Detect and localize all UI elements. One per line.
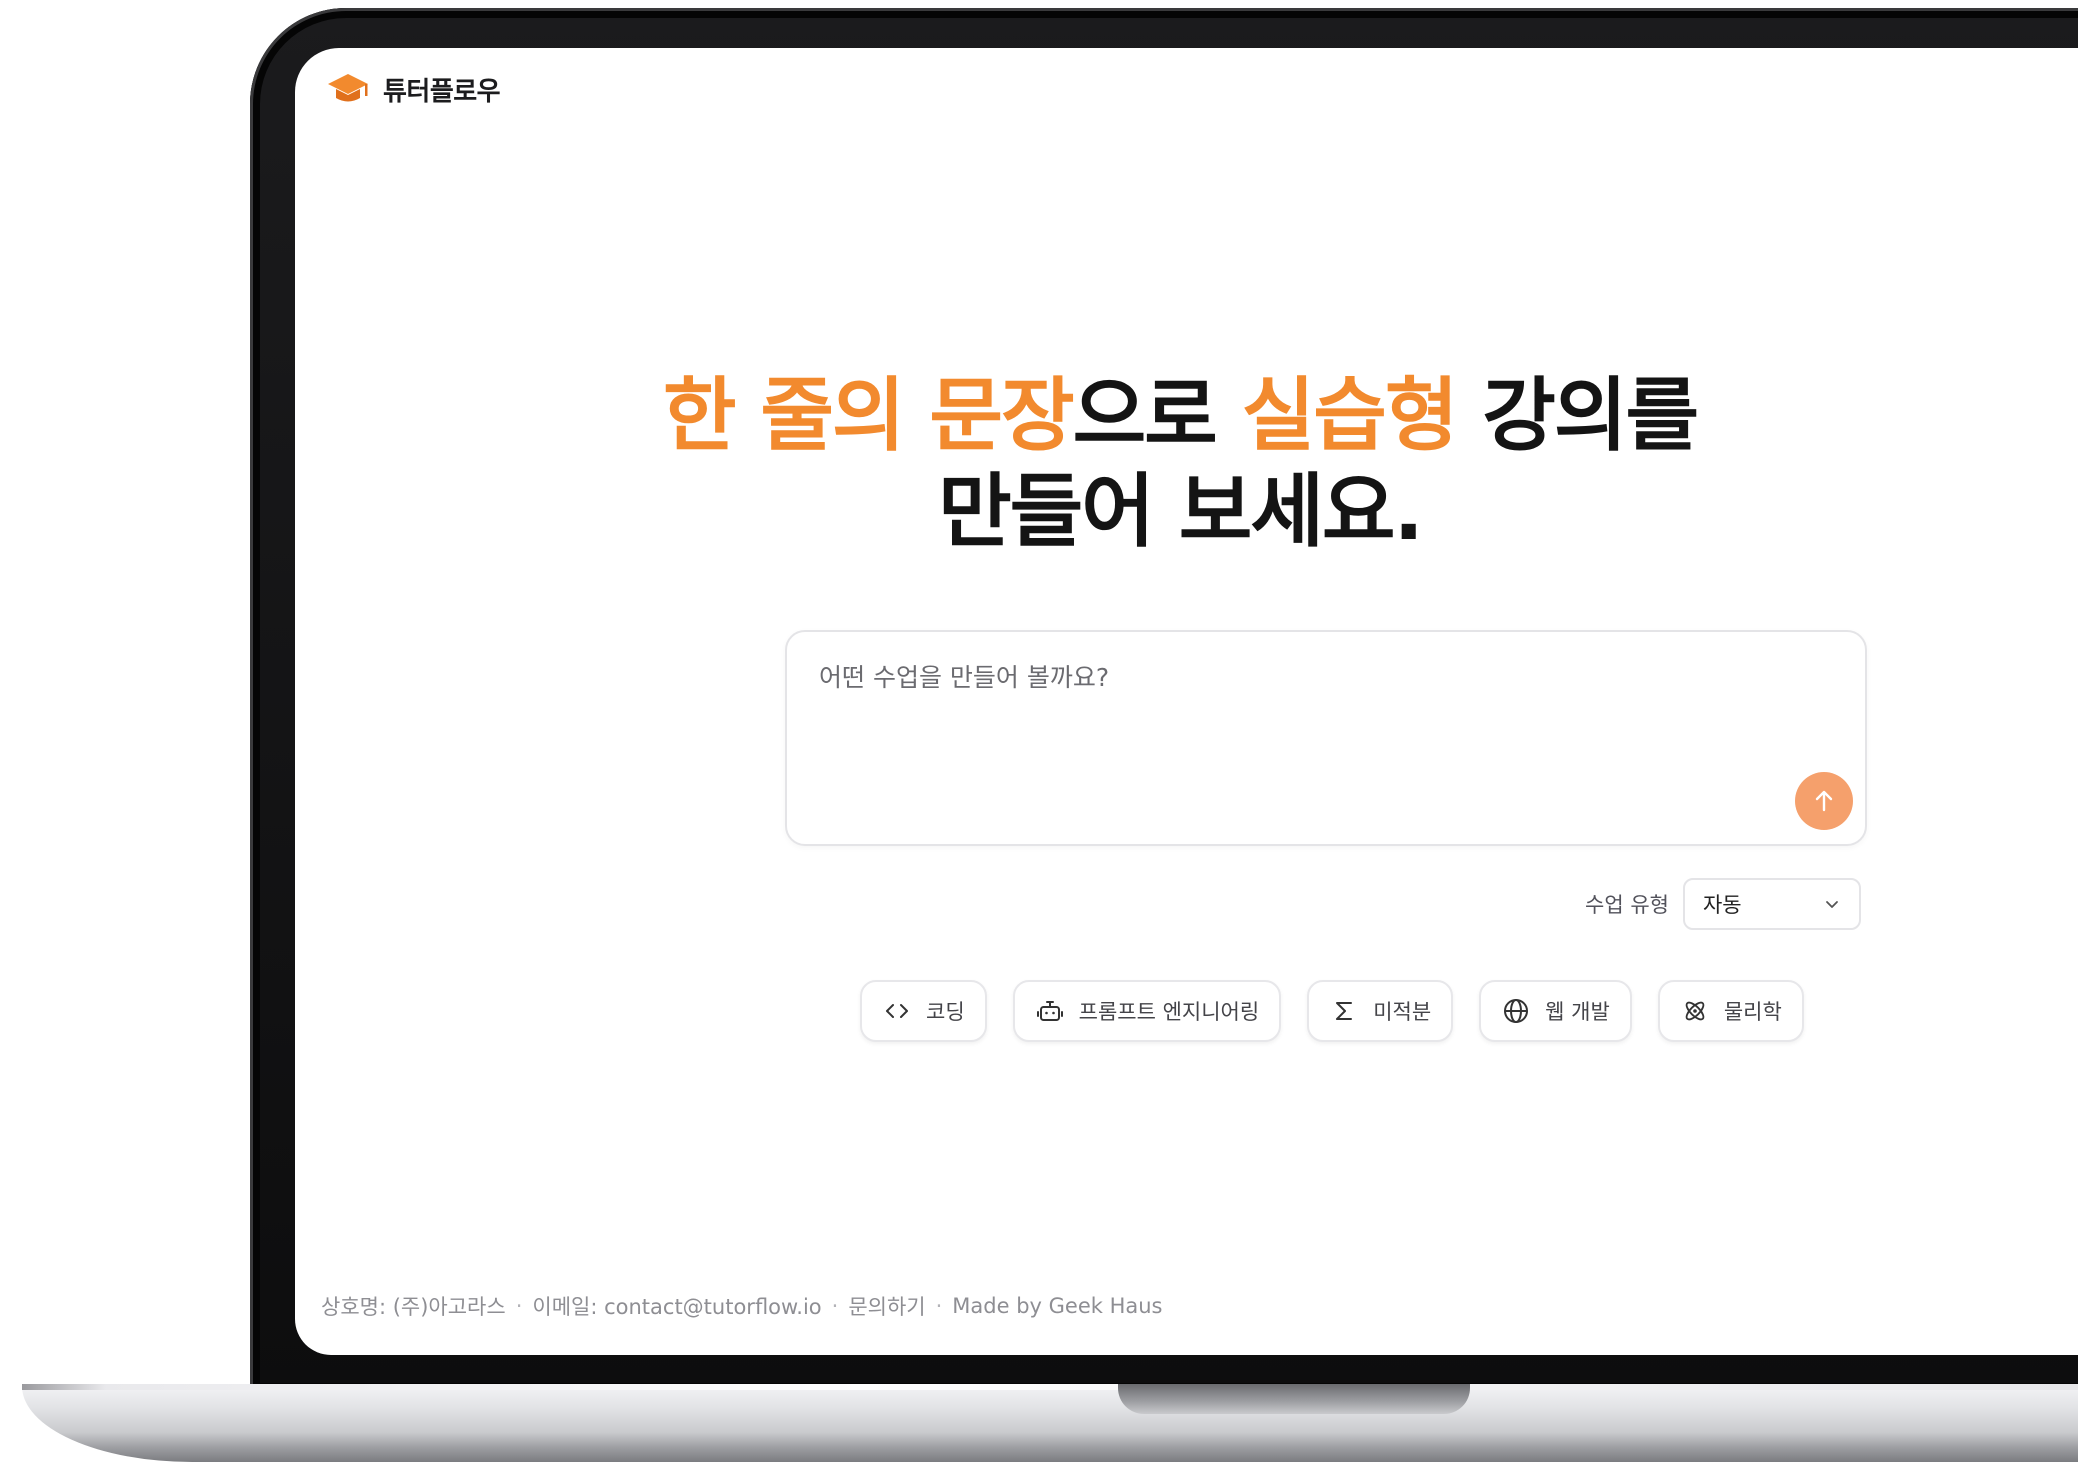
brand-name: 튜터플로우 (383, 76, 501, 107)
chip-prompt-engineering[interactable]: 프롬프트 엔지니어링 (1012, 980, 1282, 1042)
chip-label: 물리학 (1723, 1000, 1782, 1024)
prompt-input[interactable] (817, 656, 1777, 806)
footer-separator: · (515, 1294, 523, 1318)
graduation-cap-icon (328, 74, 368, 102)
chip-calculus[interactable]: 미적분 (1307, 980, 1454, 1042)
send-button[interactable] (1795, 772, 1853, 830)
chip-coding[interactable]: 코딩 (860, 980, 987, 1042)
brand[interactable]: 튜터플로우 (327, 70, 501, 108)
atom-icon (1685, 1001, 1705, 1021)
footer-contact-link[interactable]: 문의하기 (848, 1291, 925, 1321)
hero-accent-1: 한 줄의 문장 (662, 369, 1075, 462)
chip-label: 프롬프트 엔지니어링 (1078, 1000, 1260, 1024)
hero-text-2: 강의를 (1456, 369, 1699, 462)
globe-icon (1504, 999, 1529, 1023)
hero-accent-2: 실습형 (1241, 369, 1459, 462)
chip-label: 미적분 (1373, 1000, 1432, 1024)
hero-headline: 한 줄의 문장으로 실습형 강의를 만들어 보세요. (295, 368, 2065, 560)
footer: 상호명: (주)아고라스 · 이메일: contact@tutorflow.io… (321, 1291, 1163, 1321)
lesson-type-label: 수업 유형 (1585, 893, 1669, 917)
sigma-icon (1336, 1002, 1353, 1020)
footer-separator: · (831, 1294, 839, 1318)
lesson-type-select[interactable]: 자동 (1682, 878, 1861, 930)
chip-web-development[interactable]: 웹 개발 (1479, 980, 1632, 1042)
lesson-type-row: 수업 유형 자동 (1585, 878, 1861, 930)
footer-company: 상호명: (주)아고라스 (321, 1295, 506, 1319)
lesson-type-value: 자동 (1702, 893, 1742, 917)
footer-separator: · (935, 1294, 943, 1318)
chip-label: 코딩 (926, 1000, 965, 1024)
prompt-box (785, 630, 1867, 846)
chip-label: 웹 개발 (1545, 1000, 1610, 1024)
hero-text-1: 으로 (1072, 369, 1242, 462)
arrow-up-icon (1815, 790, 1833, 812)
chevron-down-icon (1826, 901, 1838, 908)
hero-line-1: 한 줄의 문장으로 실습형 강의를 (295, 368, 2065, 464)
code-icon (886, 1004, 908, 1018)
app-screen: 튜터플로우 한 줄의 문장으로 실습형 강의를 만들어 보세요. 수업 유형 자… (295, 48, 2078, 1355)
laptop-base (22, 1384, 2078, 1462)
suggestion-chips: 코딩 프롬프트 엔지니어링 미적분 웹 개발 물리학 (860, 980, 1804, 1042)
footer-email[interactable]: 이메일: contact@tutorflow.io (532, 1291, 821, 1321)
footer-credit-link[interactable]: Made by Geek Haus (952, 1294, 1162, 1318)
hero-line-2: 만들어 보세요. (938, 465, 1424, 558)
laptop-notch (1118, 1384, 1470, 1414)
chip-physics[interactable]: 물리학 (1657, 980, 1804, 1042)
robot-icon (1036, 1001, 1063, 1021)
